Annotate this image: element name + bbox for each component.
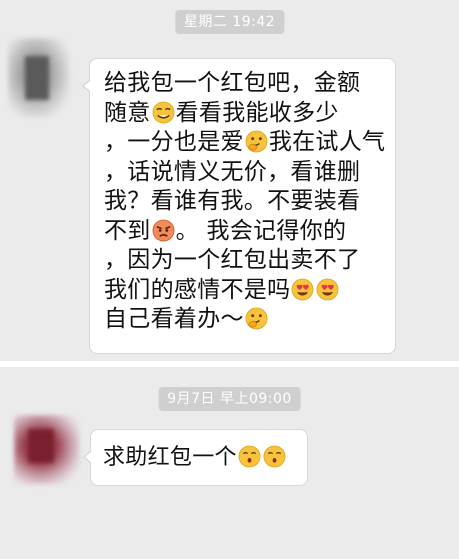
message-line: 随意 看看我能收多少 xyxy=(104,99,339,126)
heart-eyes-emoji-icon xyxy=(316,278,339,301)
message-line: 我？看谁有我。不要装看 xyxy=(104,188,361,214)
angry-emoji-icon xyxy=(152,219,175,242)
thinking-hand-emoji-icon xyxy=(245,130,268,153)
message-bubble[interactable]: 给我包一个红包吧，金额 随意 看看我能收多少 ，一分也是爱 我在试人气 ，话说情义无… xyxy=(82,58,396,354)
sender-avatar[interactable] xyxy=(8,38,70,118)
kissing-emoji-icon xyxy=(263,445,286,468)
message-line: ，一分也是爱 我在试人气 xyxy=(104,129,386,155)
chat-panel-top: 星期二 19:42 给我包一个红包吧，金额 随意 看看我能收多少 ，一分也是爱 我在… xyxy=(0,0,459,361)
message-line: 不到。 我会记得你的 xyxy=(104,217,347,244)
sender-avatar[interactable] xyxy=(14,415,80,485)
chat-panel-bottom: 9月7日 早上09:00 求助红包一个 xyxy=(0,367,459,559)
message-line: ，因为一个红包出卖不了 xyxy=(104,247,361,273)
thinking-hand-emoji-icon xyxy=(245,307,268,330)
message-line: 我们的感情不是吗 xyxy=(104,276,387,306)
timestamp-badge: 9月7日 早上09:00 xyxy=(158,387,301,411)
heart-eyes-emoji-icon xyxy=(291,278,314,301)
timestamp-badge: 星期二 19:42 xyxy=(174,10,285,34)
kissing-emoji-icon xyxy=(238,445,261,468)
message-bubble[interactable]: 求助红包一个 xyxy=(83,429,308,486)
message-line: 给我包一个红包吧，金额 xyxy=(104,70,361,96)
message-line: 求助红包一个 xyxy=(103,444,297,472)
message-line: ，话说情义无价，看谁删 xyxy=(104,158,361,185)
message-line: 自己看着办～ xyxy=(104,305,387,335)
cunning-emoji-icon xyxy=(152,101,175,124)
